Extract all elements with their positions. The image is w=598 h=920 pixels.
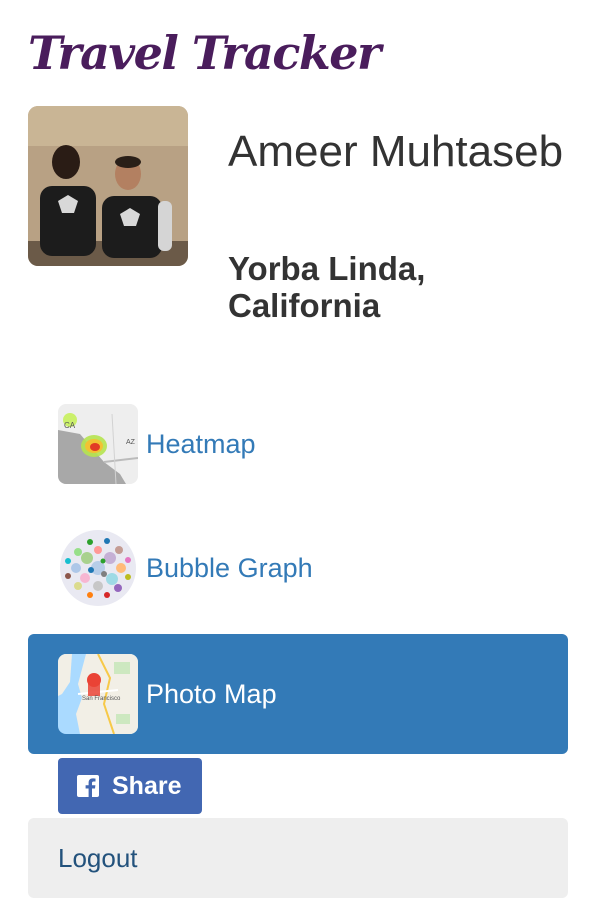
profile-location: Yorba Linda, California [228,250,426,324]
svg-text:San Francisco: San Francisco [82,696,121,702]
svg-text:AZ: AZ [126,439,136,446]
nav-item-label: Photo Map [146,679,277,709]
logout-button[interactable]: Logout [28,818,568,898]
nav-item-label: Heatmap [146,429,256,459]
nav-item-bubble-graph[interactable]: Bubble Graph [28,508,568,628]
app-title: Travel Tracker [28,26,381,80]
bubble-graph-thumbnail-icon [58,528,138,608]
photo-map-thumbnail-icon: San Francisco [58,654,138,734]
avatar [28,106,188,266]
nav-item-label: Bubble Graph [146,553,313,583]
facebook-share-button[interactable]: Share [58,758,202,814]
svg-text:CA: CA [64,421,76,430]
profile-name: Ameer Muhtaseb [228,127,564,176]
facebook-icon [77,775,99,797]
nav-item-photo-map[interactable]: San Francisco Photo Map [28,634,568,754]
nav-item-heatmap[interactable]: CA AZ Heatmap [28,384,568,504]
share-button-label: Share [112,772,182,800]
logout-label: Logout [58,843,138,873]
heatmap-thumbnail-icon: CA AZ [58,404,138,484]
